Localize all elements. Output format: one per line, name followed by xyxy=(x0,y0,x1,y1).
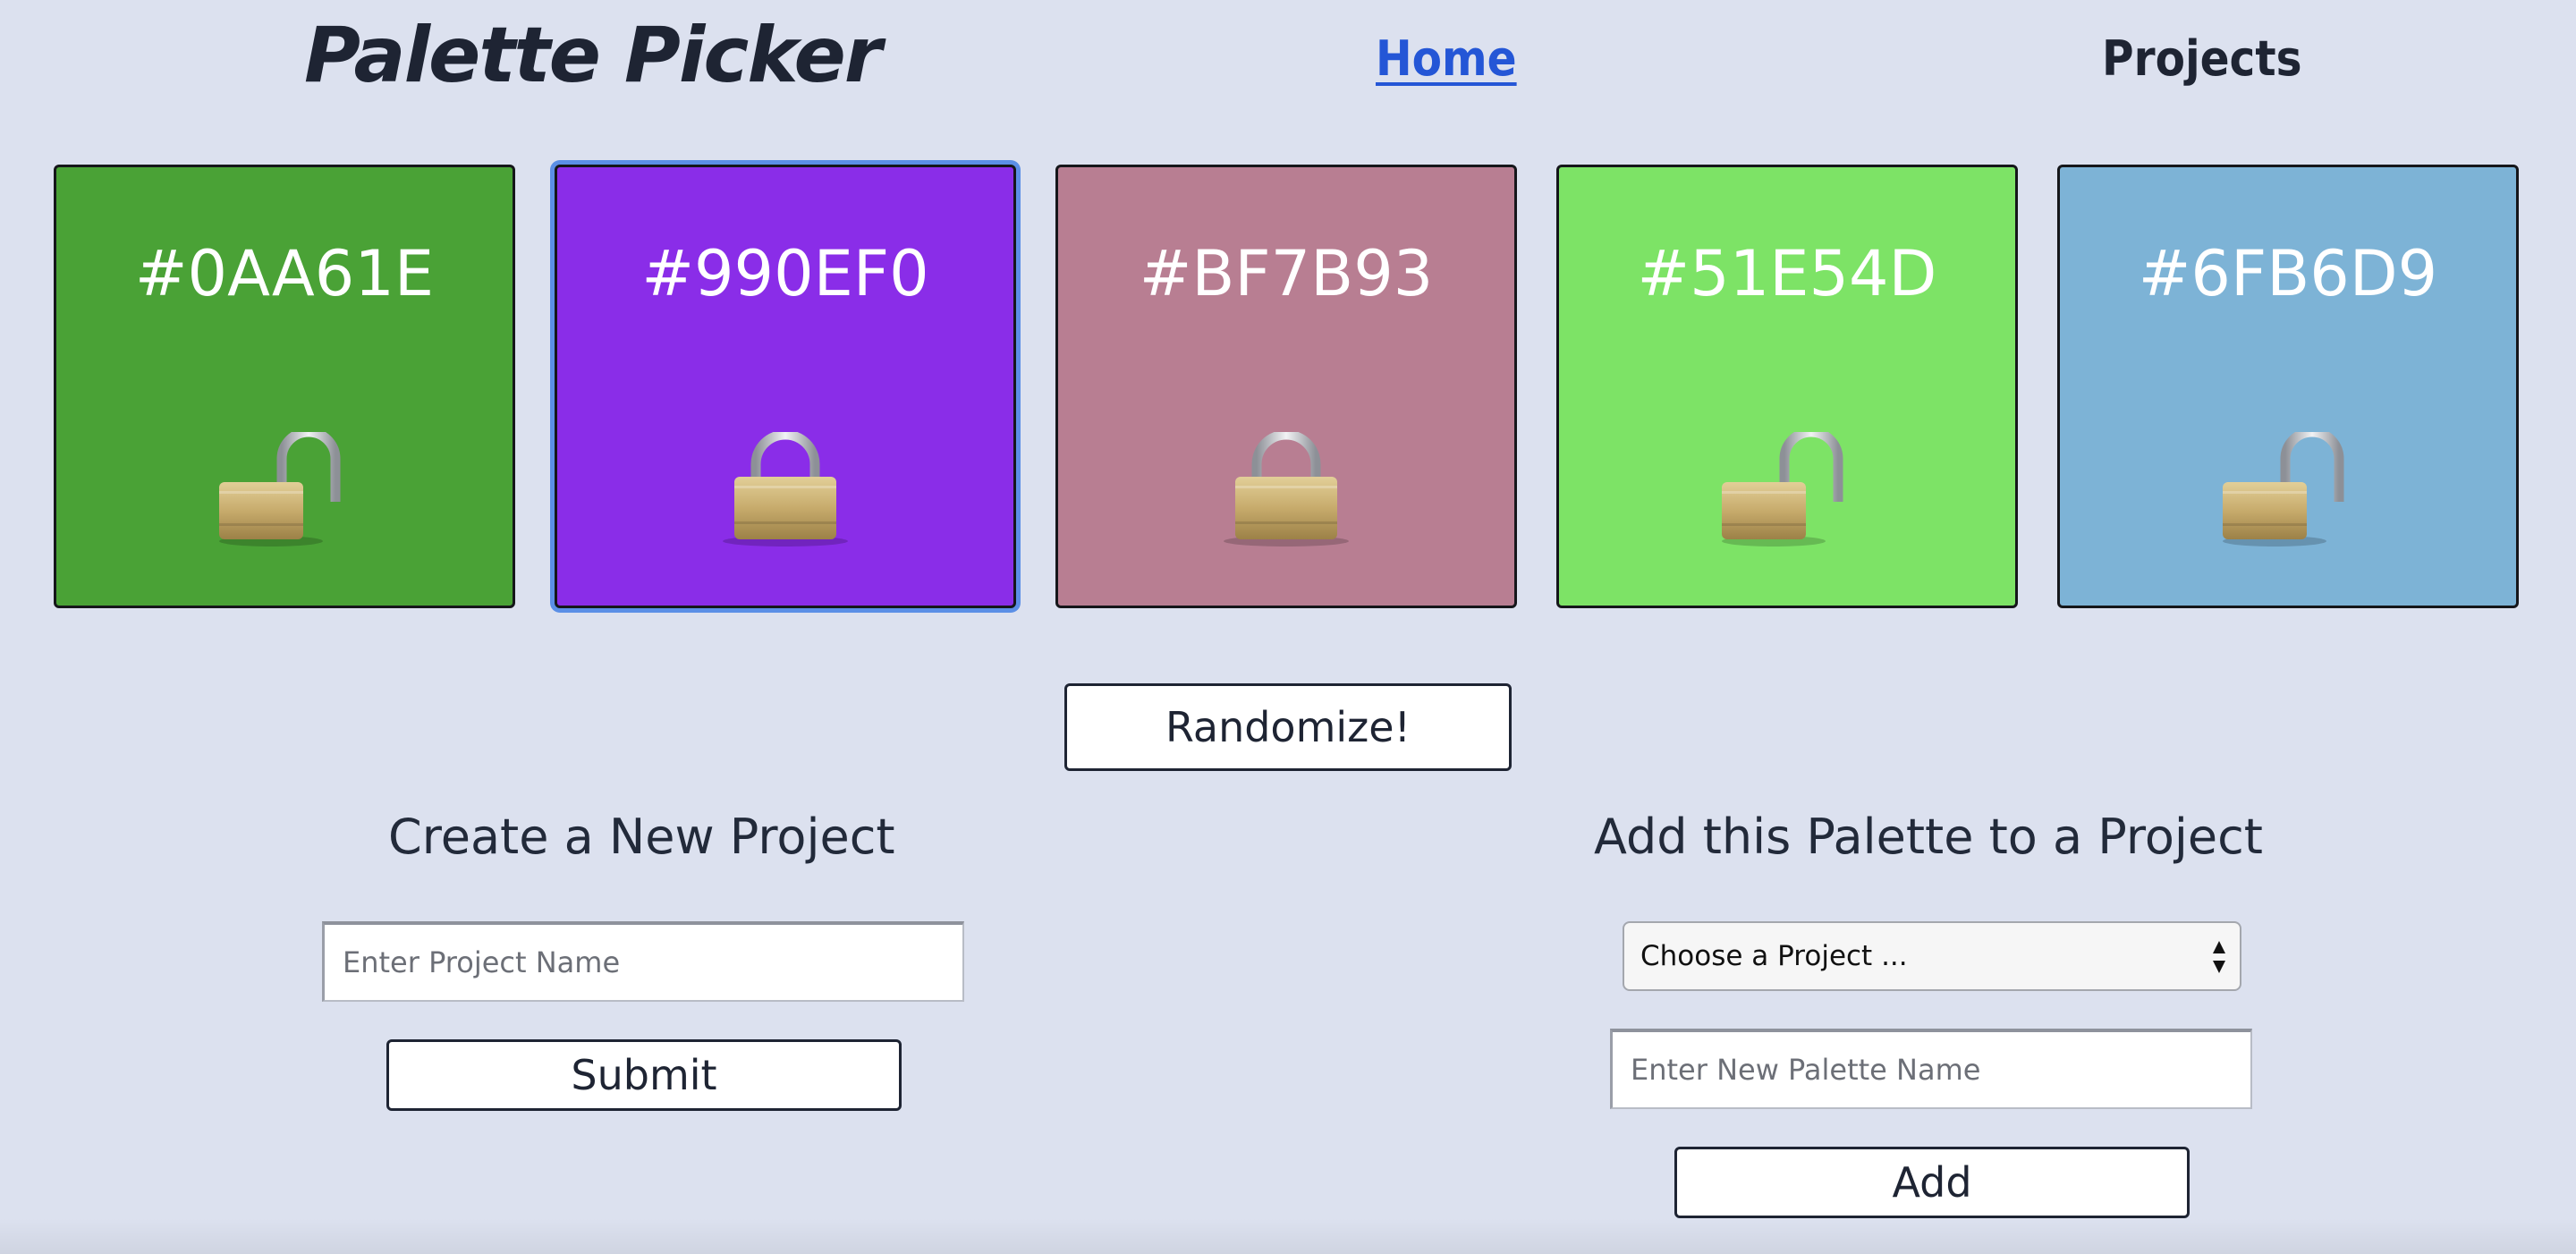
app-logo: Palette Picker xyxy=(304,11,882,100)
select-arrows-icon xyxy=(2213,941,2225,973)
nav-projects-link[interactable]: Projects xyxy=(2102,30,2302,87)
create-project-heading: Create a New Project xyxy=(388,809,895,865)
bottom-shadow xyxy=(0,1218,2576,1254)
color-swatch-1[interactable]: #0AA61E xyxy=(54,165,515,608)
add-button[interactable]: Add xyxy=(1674,1147,2190,1218)
randomize-button[interactable]: Randomize! xyxy=(1064,683,1512,771)
add-palette-heading: Add this Palette to a Project xyxy=(1594,809,2263,865)
swatch-hex-label: #0AA61E xyxy=(134,237,435,310)
unlocked-padlock-icon[interactable] xyxy=(208,432,360,548)
project-select[interactable]: Choose a Project ... xyxy=(1623,921,2241,991)
color-swatch-4[interactable]: #51E54D xyxy=(1556,165,2018,608)
unlocked-padlock-icon[interactable] xyxy=(1711,432,1863,548)
locked-padlock-icon[interactable] xyxy=(709,432,861,548)
swatch-hex-label: #990EF0 xyxy=(641,237,929,310)
swatch-hex-label: #6FB6D9 xyxy=(2138,237,2438,310)
color-swatch-3[interactable]: #BF7B93 xyxy=(1055,165,1517,608)
project-select-value: Choose a Project ... xyxy=(1640,940,1908,972)
swatch-hex-label: #BF7B93 xyxy=(1139,237,1434,310)
unlocked-padlock-icon[interactable] xyxy=(2212,432,2364,548)
palette-name-input[interactable] xyxy=(1610,1029,2252,1109)
color-swatch-5[interactable]: #6FB6D9 xyxy=(2057,165,2519,608)
locked-padlock-icon[interactable] xyxy=(1210,432,1362,548)
project-name-input[interactable] xyxy=(322,921,964,1002)
nav-home-link[interactable]: Home xyxy=(1376,30,1517,87)
submit-button[interactable]: Submit xyxy=(386,1039,902,1111)
swatch-hex-label: #51E54D xyxy=(1637,237,1937,310)
color-swatch-2[interactable]: #990EF0 xyxy=(555,165,1016,608)
header: Palette Picker Home Projects xyxy=(0,0,2576,143)
